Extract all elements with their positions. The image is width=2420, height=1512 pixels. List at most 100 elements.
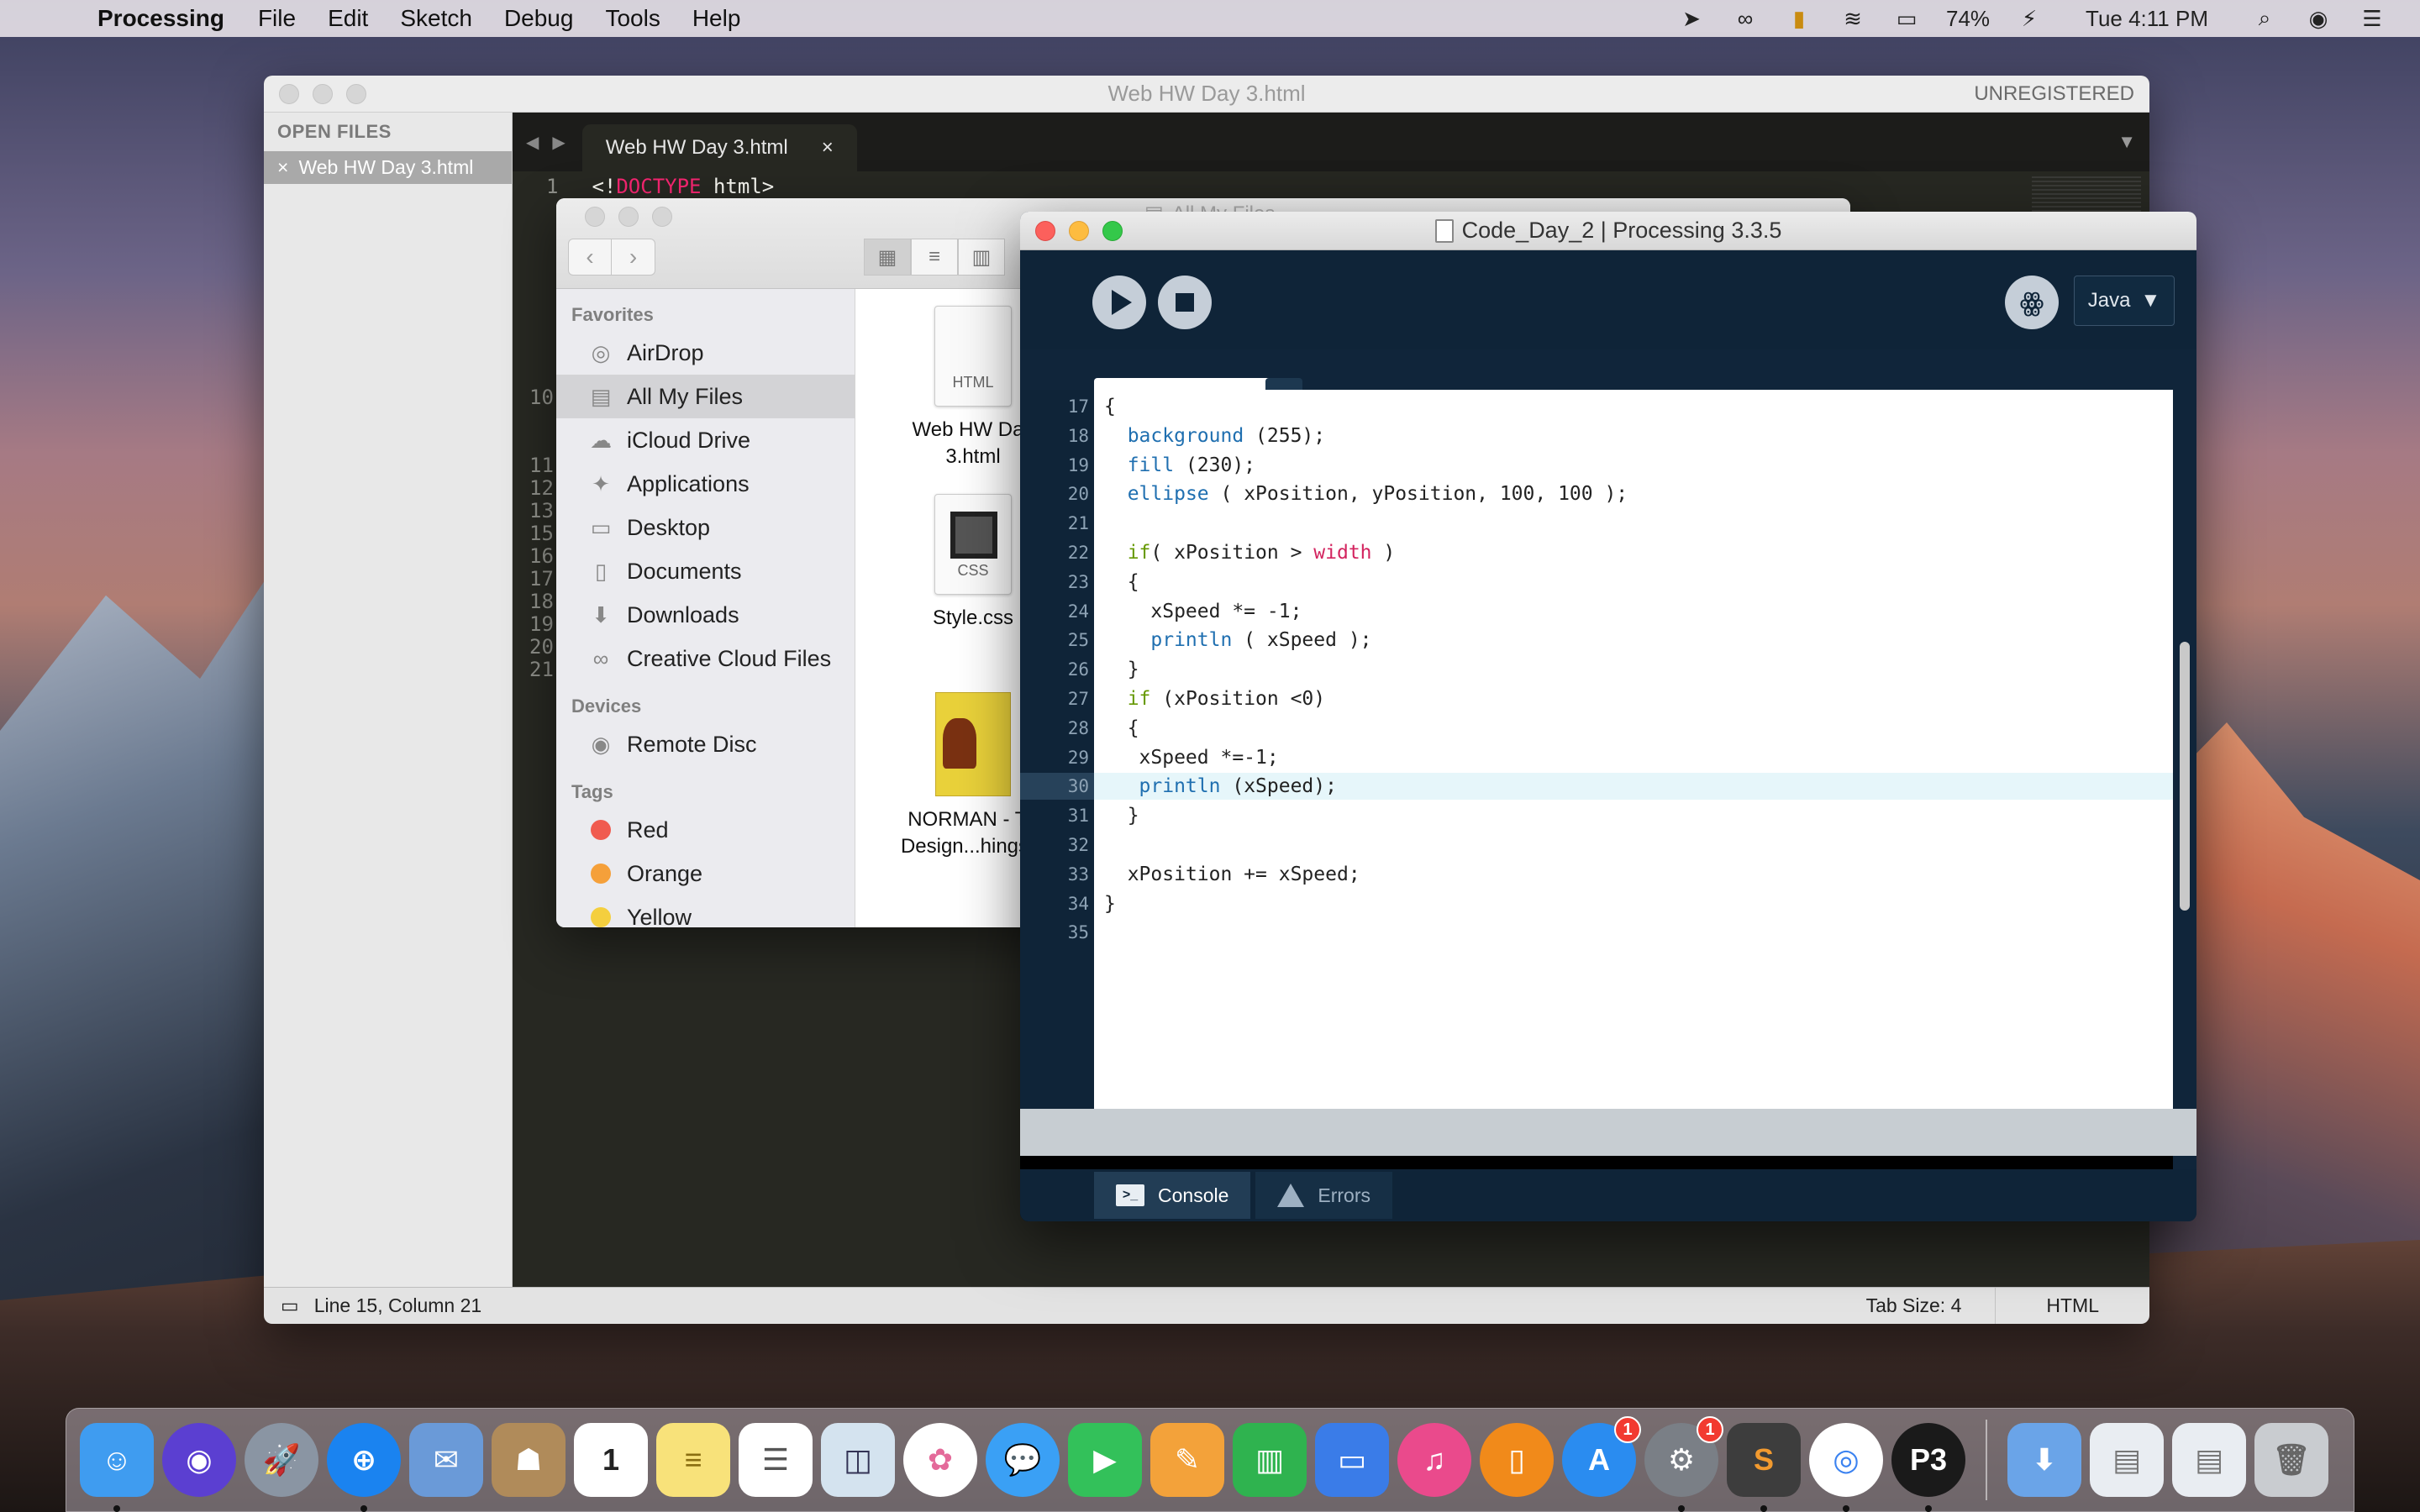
notification-center-icon[interactable]: ☰ (2358, 6, 2386, 31)
sidebar-item-applications[interactable]: ✦ Applications (556, 462, 855, 506)
column-view-icon[interactable]: ▥ (958, 239, 1005, 276)
stop-button[interactable] (1158, 276, 1212, 329)
menu-bar: Processing File Edit Sketch Debug Tools … (0, 0, 2420, 37)
dock-photos-icon[interactable]: ✿ (903, 1423, 977, 1497)
menu-sketch[interactable]: Sketch (400, 5, 472, 32)
mode-selector[interactable]: Java ▼ (2074, 276, 2175, 326)
menu-debug[interactable]: Debug (504, 5, 574, 32)
console-tab[interactable]: >_ Console (1094, 1172, 1251, 1219)
dock-glyph: ▥ (1255, 1442, 1284, 1477)
processing-titlebar[interactable]: Code_Day_2 | Processing 3.3.5 (1020, 212, 2196, 250)
icon-view-icon[interactable]: ▦ (864, 239, 911, 276)
sidebar-item-label: Desktop (627, 514, 711, 540)
dock-messages-icon[interactable]: 💬 (986, 1423, 1060, 1497)
sidebar-item-desktop[interactable]: ▭ Desktop (556, 506, 855, 549)
dock-processing-icon[interactable]: P3 (1891, 1423, 1965, 1512)
dock-app-store-icon[interactable]: A1 (1562, 1416, 1641, 1497)
code-row: 21 (1020, 510, 2173, 537)
battery-percent[interactable]: 74% (1946, 6, 1990, 31)
sublime-titlebar[interactable]: Web HW Day 3.html UNREGISTERED (264, 76, 2149, 113)
dock-screenshot-2-icon[interactable]: ▤ (2172, 1423, 2246, 1497)
zoom-button[interactable] (652, 207, 672, 227)
dock-screenshot-1-icon[interactable]: ▤ (2090, 1423, 2164, 1497)
dock-facetime-icon[interactable]: ▶ (1068, 1423, 1142, 1497)
processing-code-editor[interactable]: 17{18 background (255); 19 fill (230); 20 … (1020, 390, 2190, 1109)
tab-size-selector[interactable]: Tab Size: 4 (1833, 1294, 1996, 1317)
editor-scrollbar[interactable] (2180, 642, 2190, 911)
spotlight-search-icon[interactable]: ⌕ (2250, 5, 2279, 31)
sidebar-item-icloud-drive[interactable]: ☁ iCloud Drive (556, 418, 855, 462)
dock-sublime-text-icon[interactable]: S (1727, 1423, 1801, 1512)
airplay-icon[interactable]: ▭ (1892, 6, 1921, 31)
dock-notes-icon[interactable]: ≡ (656, 1423, 730, 1497)
tab-close-icon[interactable]: × (822, 136, 834, 160)
dock-safari-icon[interactable]: ⊕ (327, 1423, 401, 1512)
creative-cloud-icon[interactable]: ∞ (1731, 6, 1760, 31)
line-number: 30 (1020, 773, 1094, 801)
avast-icon[interactable]: ▮ (1785, 6, 1813, 31)
user-avatar-icon[interactable]: ◉ (2304, 6, 2333, 31)
sidebar-item-remote-disc[interactable]: ◉ Remote Disc (556, 722, 855, 766)
dock-chrome-icon[interactable]: ◎ (1809, 1423, 1883, 1512)
dock-calendar-icon[interactable]: 1 (574, 1423, 648, 1497)
finder-view-buttons: ▦ ≡ ▥ (864, 239, 1005, 276)
back-icon[interactable]: ‹ (568, 239, 612, 276)
editor-tab-web-hw[interactable]: Web HW Day 3.html × (581, 124, 857, 171)
menu-edit[interactable]: Edit (328, 5, 368, 32)
editor-console-divider[interactable] (1020, 1109, 2196, 1156)
dock-keynote-icon[interactable]: ▭ (1315, 1423, 1389, 1497)
code-text: { (1104, 570, 1139, 593)
sidebar-item-creative-cloud-files[interactable]: ∞ Creative Cloud Files (556, 637, 855, 680)
menu-tools[interactable]: Tools (605, 5, 660, 32)
dock-preview-icon[interactable]: ◫ (821, 1423, 895, 1497)
list-view-icon[interactable]: ≡ (911, 239, 958, 276)
tab-next-icon[interactable]: ▶ (552, 132, 565, 153)
close-file-icon[interactable]: × (277, 156, 288, 179)
dock-pages-icon[interactable]: ✎ (1150, 1423, 1224, 1497)
running-indicator (1678, 1505, 1685, 1512)
dock-launchpad-icon[interactable]: 🚀 (245, 1423, 318, 1497)
errors-tab[interactable]: Errors (1255, 1172, 1393, 1219)
menu-app-name[interactable]: Processing (97, 5, 224, 32)
open-file-item[interactable]: × Web HW Day 3.html (264, 151, 512, 184)
tab-prev-icon[interactable]: ◀ (526, 132, 539, 153)
forward-icon[interactable]: › (612, 239, 655, 276)
sidebar-item-label: Applications (627, 470, 750, 496)
wifi-icon[interactable]: ≋ (1839, 6, 1867, 31)
debugger-button[interactable]: ꙮ (2005, 276, 2059, 329)
dock-numbers-icon[interactable]: ▥ (1233, 1423, 1307, 1497)
dock-trash-icon[interactable]: 🗑 (2254, 1423, 2328, 1497)
sidebar-tag-orange[interactable]: Orange (556, 852, 855, 895)
sidebar-item-documents[interactable]: ▯ Documents (556, 549, 855, 593)
tab-dropdown-icon[interactable]: ▼ (2118, 131, 2136, 153)
apple-menu-icon[interactable] (34, 3, 67, 34)
sidebar-tag-red[interactable]: Red (556, 808, 855, 852)
cursor-position: Line 15, Column 21 (313, 1294, 482, 1316)
menu-help[interactable]: Help (692, 5, 741, 32)
sidebar-item-downloads[interactable]: ⬇ Downloads (556, 593, 855, 637)
dock-system-preferences-icon[interactable]: ⚙ 1 (1644, 1416, 1723, 1512)
panel-toggle-icon[interactable]: ▭ (281, 1294, 299, 1317)
code-row: 27 if (xPosition <0) (1020, 685, 2173, 712)
syntax-selector[interactable]: HTML (1996, 1294, 2149, 1317)
sidebar-tag-yellow[interactable]: Yellow (556, 895, 855, 927)
sidebar-item-airdrop[interactable]: ◎ AirDrop (556, 331, 855, 375)
dock-ibooks-icon[interactable]: ▯ (1480, 1423, 1554, 1497)
dock-finder-icon[interactable]: ☺ (80, 1423, 154, 1512)
dock-siri-icon[interactable]: ◉ (162, 1423, 236, 1497)
close-button[interactable] (585, 207, 605, 227)
dock-downloads-icon[interactable]: ⬇ (2007, 1423, 2081, 1497)
dock-mail-icon[interactable]: ✉ (409, 1423, 483, 1497)
dock-contacts-icon[interactable]: ☗ (492, 1423, 566, 1497)
run-button[interactable] (1092, 276, 1146, 329)
menu-file[interactable]: File (258, 5, 296, 32)
sidebar-item-all-my-files[interactable]: ▤ All My Files (556, 375, 855, 418)
battery-charging-icon[interactable]: ⚡ (2015, 6, 2044, 31)
minimize-button[interactable] (618, 207, 639, 227)
location-arrow-icon[interactable]: ➤ (1677, 6, 1706, 31)
devices-heading: Devices (571, 696, 642, 717)
dock-reminders-icon[interactable]: ☰ (739, 1423, 813, 1497)
processing-title: Code_Day_2 | Processing 3.3.5 (1020, 218, 2196, 244)
clock[interactable]: Tue 4:11 PM (2086, 6, 2208, 31)
dock-itunes-icon[interactable]: ♫ (1397, 1423, 1471, 1497)
